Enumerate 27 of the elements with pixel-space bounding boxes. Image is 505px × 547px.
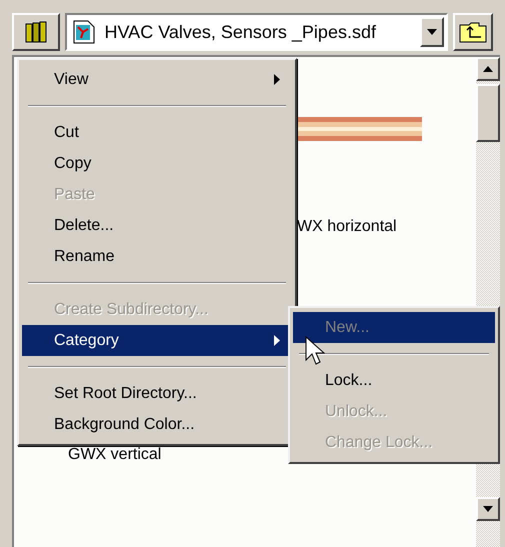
item-label: WX horizontal: [297, 217, 397, 237]
books-icon: [22, 19, 49, 45]
file-combo-box[interactable]: HVAC Valves, Sensors _Pipes.sdf: [64, 13, 448, 51]
dropdown-button[interactable]: [420, 17, 444, 47]
submenu-arrow-icon: [274, 335, 280, 346]
file-name: HVAC Valves, Sensors _Pipes.sdf: [104, 20, 377, 44]
menu-item[interactable]: Lock...: [293, 365, 495, 396]
menu-item[interactable]: Cut: [22, 117, 292, 148]
caret-icon: [427, 29, 438, 35]
scroll-up-button[interactable]: [476, 57, 500, 81]
scroll-down-button[interactable]: [476, 497, 500, 521]
submenu-arrow-icon: [274, 74, 280, 85]
menu-item[interactable]: Rename: [22, 241, 292, 272]
folder-up-button[interactable]: [453, 13, 493, 51]
up-arrow-icon: [483, 66, 493, 72]
folder-up-icon: [459, 21, 488, 43]
menu-item[interactable]: Copy: [22, 148, 292, 179]
menu-item[interactable]: Set Root Directory...: [22, 378, 292, 409]
item-label: GWX vertical: [68, 445, 162, 465]
menu-item[interactable]: View: [22, 64, 292, 95]
scroll-thumb[interactable]: [476, 84, 500, 142]
library-books-button[interactable]: [12, 13, 60, 51]
file-icon: [72, 20, 95, 44]
menu-item[interactable]: Background Color...: [22, 409, 292, 440]
menu-item[interactable]: Delete...: [22, 210, 292, 241]
down-arrow-icon: [483, 506, 493, 512]
mouse-pointer-icon: [305, 336, 325, 366]
